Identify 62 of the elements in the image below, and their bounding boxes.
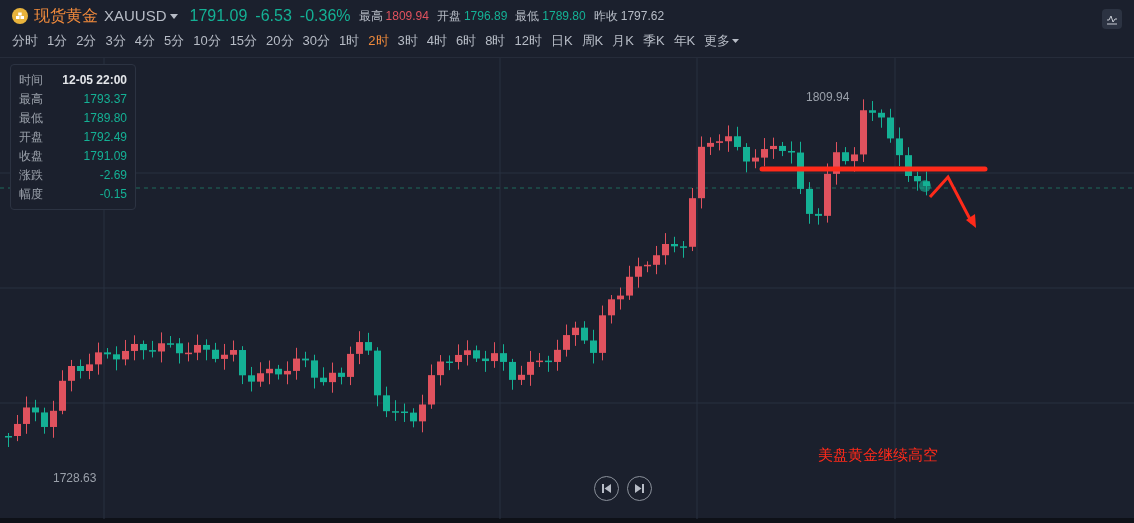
timeframe-tab[interactable]: 4时 [426, 31, 447, 51]
info-label: 涨跌 [19, 167, 43, 184]
timeframe-tab[interactable]: 5分 [163, 31, 185, 51]
timeframe-tab[interactable]: 1分 [47, 31, 68, 51]
timeframe-tab[interactable]: 8时 [485, 31, 506, 51]
info-label: 最低 [19, 110, 43, 127]
stat-value: 1797.62 [620, 8, 665, 25]
timeframe-tab[interactable]: 12时 [514, 31, 542, 51]
timeframe-tab[interactable]: 2分 [76, 31, 97, 51]
info-value: 1791.09 [83, 148, 127, 165]
timeframe-tab[interactable]: 15分 [229, 31, 258, 51]
skip-back-icon [602, 484, 611, 493]
stat-value: 1789.80 [542, 8, 586, 25]
timeframe-tab[interactable]: 年K [673, 31, 696, 51]
instrument-name: 现货黄金 [34, 6, 98, 26]
info-value: 1792.49 [83, 129, 127, 146]
timeframe-tab[interactable]: 20分 [266, 31, 294, 51]
stat-value: 1809.94 [385, 8, 429, 25]
info-label: 开盘 [19, 129, 43, 146]
timeframe-tab[interactable]: 月K [612, 31, 634, 51]
caret-icon [169, 13, 178, 19]
caret-icon [732, 39, 740, 43]
info-value: -2.69 [99, 167, 127, 184]
timeframe-tab[interactable]: 10分 [193, 31, 221, 51]
timeframe-tab[interactable]: 30分 [302, 31, 331, 51]
info-value: 12-05 22:00 [62, 72, 127, 89]
info-label: 最高 [19, 91, 43, 108]
timeframe-tab[interactable]: 2时 [368, 31, 389, 51]
stat-label: 昨收 [593, 8, 618, 25]
timeframe-tab[interactable]: 分时 [12, 31, 38, 51]
info-label: 收盘 [19, 148, 43, 165]
stat-value: 1796.89 [463, 8, 508, 25]
percent-change: -0.36% [299, 6, 351, 26]
info-label: 时间 [19, 72, 43, 89]
info-value: -0.15 [99, 186, 127, 203]
chart-line-icon [1106, 13, 1118, 25]
timeframe-tab[interactable]: 日K [550, 31, 573, 51]
stat-label: 最低 [515, 8, 540, 25]
timeframe-tab[interactable]: 4分 [134, 31, 155, 51]
annotation-text: 美盘黄金继续高空 [818, 445, 938, 465]
stat-label: 最高 [358, 8, 383, 25]
arrow-drawing [928, 174, 976, 228]
timeframe-tab[interactable]: 3分 [105, 31, 126, 51]
current-price-dot [919, 180, 931, 192]
coin-icon [12, 8, 28, 24]
indicator-button[interactable] [1102, 9, 1122, 29]
timeframe-tab[interactable]: 季K [642, 31, 665, 51]
price-change: -6.53 [255, 6, 292, 26]
current-price: 1791.09 [189, 6, 248, 26]
info-value: 1793.37 [83, 91, 127, 108]
symbol-dropdown[interactable]: XAUUSD [104, 4, 178, 28]
timeframe-tab[interactable]: 周K [581, 31, 604, 51]
timeframe-tab[interactable]: 3时 [397, 31, 418, 51]
high-price-label: 1809.94 [806, 89, 850, 106]
skip-forward-icon [635, 484, 644, 493]
low-price-label: 1728.63 [53, 470, 97, 487]
info-label: 幅度 [19, 186, 43, 203]
stat-label: 开盘 [436, 8, 461, 25]
more-dropdown[interactable]: 更多 [704, 31, 740, 51]
timeframe-tab[interactable]: 6时 [456, 31, 477, 51]
timeframe-tab[interactable]: 1时 [339, 31, 360, 51]
info-value: 1789.80 [83, 110, 127, 127]
